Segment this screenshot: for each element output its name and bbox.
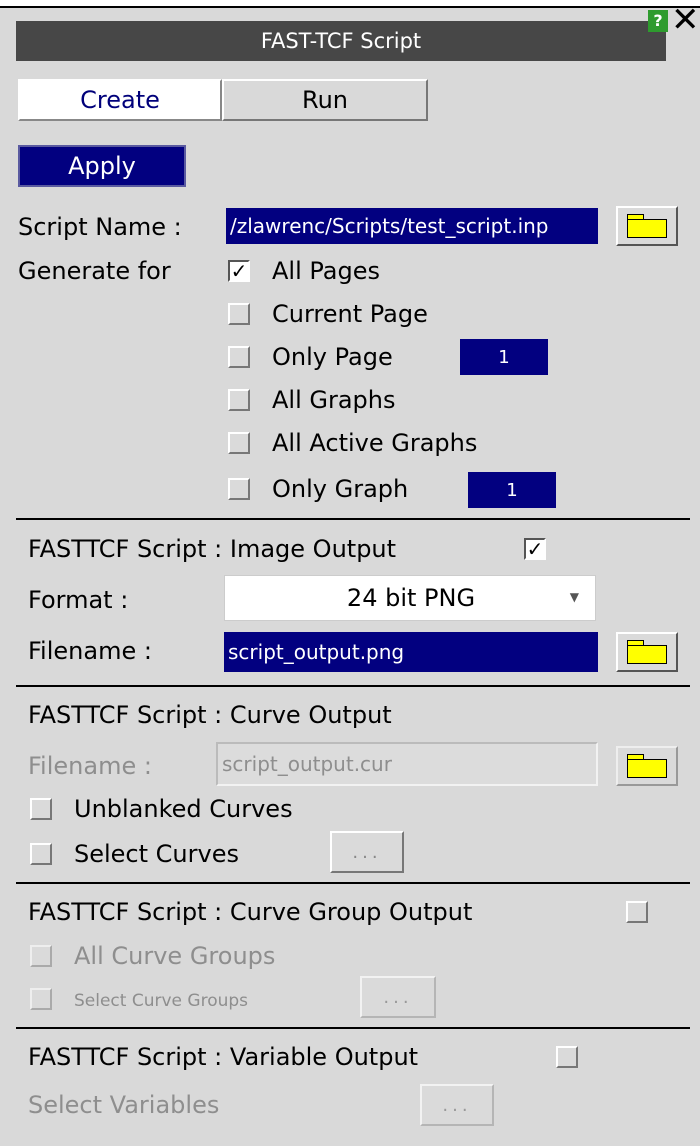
window-title: FAST-TCF Script [16, 21, 666, 61]
chevron-down-icon: ▼ [569, 590, 579, 604]
checkbox-all-pages[interactable]: ✓ [228, 260, 250, 282]
checkbox-all-graphs[interactable] [228, 389, 250, 411]
image-output-checkbox[interactable]: ✓ [524, 538, 546, 560]
script-browse-button[interactable] [616, 206, 678, 246]
option-all-graphs-label: All Graphs [272, 386, 396, 414]
section-divider [16, 882, 690, 884]
image-filename-input[interactable]: script_output.png [224, 632, 598, 672]
checkbox-all-curve-groups[interactable] [30, 945, 52, 967]
apply-button[interactable]: Apply [18, 145, 186, 187]
checkbox-only-page[interactable] [228, 346, 250, 368]
only-page-number-input[interactable]: 1 [460, 339, 548, 375]
select-curves-label: Select Curves [74, 840, 239, 868]
select-curve-groups-button[interactable]: ... [360, 976, 436, 1018]
select-curve-groups-label: Select Curve Groups [74, 991, 249, 1011]
image-filename-label: Filename : [28, 637, 152, 665]
curve-output-heading: FASTTCF Script : Curve Output [28, 701, 392, 729]
script-name-label: Script Name : [18, 213, 182, 241]
option-only-page-label: Only Page [272, 343, 393, 371]
folder-icon [627, 754, 667, 778]
checkbox-only-graph[interactable] [228, 478, 250, 500]
curve-filename-input[interactable]: script_output.cur [216, 742, 598, 786]
generate-for-label: Generate for [18, 257, 171, 285]
checkbox-unblanked-curves[interactable] [30, 798, 52, 820]
top-edge [0, 0, 700, 8]
option-all-pages-label: All Pages [272, 257, 380, 285]
script-name-input[interactable]: /zlawrenc/Scripts/test_script.inp [226, 208, 598, 244]
format-label: Format : [28, 586, 129, 614]
curve-browse-button[interactable] [616, 746, 678, 786]
all-curve-groups-label: All Curve Groups [74, 942, 276, 970]
section-divider [16, 1027, 690, 1029]
curve-group-output-heading: FASTTCF Script : Curve Group Output [28, 898, 473, 926]
checkbox-select-curves[interactable] [30, 843, 52, 865]
tab-run[interactable]: Run [222, 79, 428, 121]
only-graph-number-input[interactable]: 1 [468, 472, 556, 508]
close-icon[interactable]: ✕ [671, 3, 700, 37]
curve-group-output-checkbox[interactable] [626, 901, 648, 923]
folder-icon [627, 214, 667, 238]
section-divider [16, 685, 690, 687]
checkbox-current-page[interactable] [228, 303, 250, 325]
option-only-graph-label: Only Graph [272, 475, 409, 503]
format-dropdown[interactable]: 24 bit PNG ▼ [224, 575, 596, 621]
variable-output-heading: FASTTCF Script : Variable Output [28, 1043, 419, 1071]
format-value: 24 bit PNG [346, 584, 476, 612]
checkbox-select-curve-groups[interactable] [30, 988, 52, 1010]
variable-output-checkbox[interactable] [556, 1046, 578, 1068]
select-curves-button[interactable]: ... [330, 831, 404, 873]
section-divider [16, 518, 690, 520]
checkbox-all-active-graphs[interactable] [228, 432, 250, 454]
select-variables-label: Select Variables [28, 1091, 220, 1119]
image-browse-button[interactable] [616, 632, 678, 672]
unblanked-curves-label: Unblanked Curves [74, 795, 293, 823]
image-output-heading: FASTTCF Script : Image Output [28, 535, 397, 563]
select-variables-button[interactable]: ... [420, 1084, 494, 1126]
curve-filename-label: Filename : [28, 752, 152, 780]
option-all-active-graphs-label: All Active Graphs [272, 429, 478, 457]
folder-icon [627, 640, 667, 664]
help-button[interactable]: ? [648, 10, 668, 32]
option-current-page-label: Current Page [272, 300, 428, 328]
tab-create[interactable]: Create [18, 79, 222, 121]
